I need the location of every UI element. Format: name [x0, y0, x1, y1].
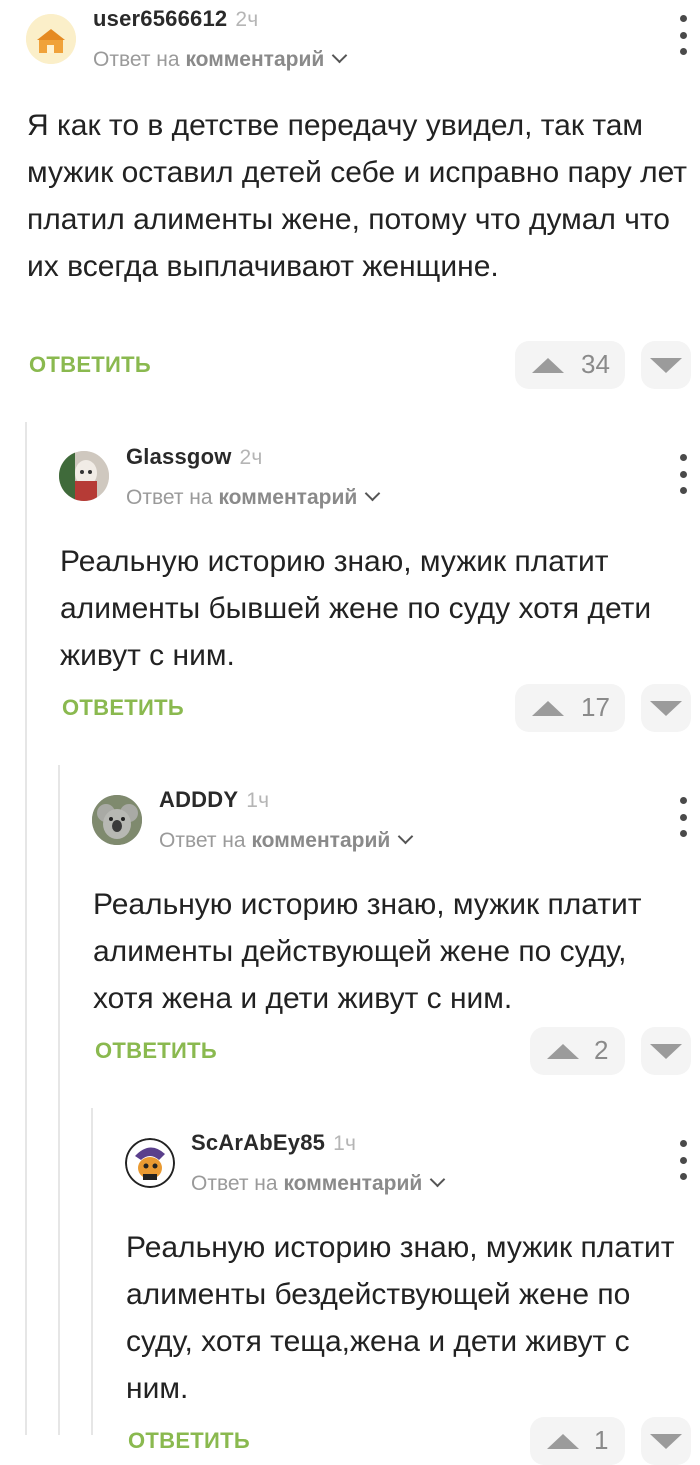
upvote-button[interactable]: 1 [530, 1417, 625, 1465]
arrow-up-icon [547, 1434, 579, 1449]
comment-text: Реальную историю знаю, мужик платит алим… [126, 1231, 675, 1405]
avatar[interactable] [125, 1138, 175, 1188]
rating-count: 1 [594, 1425, 609, 1455]
reply-to-link[interactable]: Ответ на комментарий [191, 1171, 446, 1196]
comment-time: 1ч [333, 1132, 357, 1155]
arrow-down-icon [650, 1434, 682, 1449]
downvote-button[interactable] [641, 1417, 691, 1465]
chevron-down-icon [429, 1171, 446, 1188]
comment: ScArAbEy85 1ч Ответ на комментарий Реальн… [0, 0, 700, 1465]
more-options-icon[interactable] [676, 1140, 690, 1180]
username[interactable]: ScArAbEy85 1ч [191, 1130, 356, 1156]
reply-button[interactable]: ОТВЕТИТЬ [128, 1428, 250, 1454]
avatar-image-icon [125, 1138, 175, 1188]
